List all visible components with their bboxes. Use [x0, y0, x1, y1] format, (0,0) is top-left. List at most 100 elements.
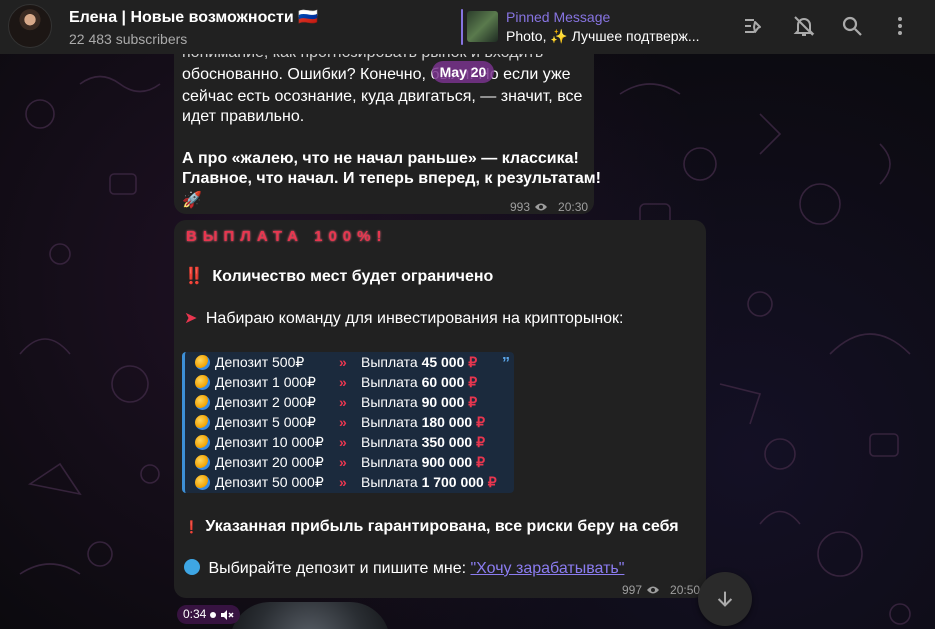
eye-icon [647, 586, 660, 594]
message-bubble[interactable]: понимание, как прогнозировать рынок и вх… [174, 40, 601, 214]
deposit-amount: Депозит 5 000₽ [215, 414, 316, 430]
ruble-sign: ₽ [468, 374, 478, 390]
channel-title: Елена | Новые возможности 🇷🇺 [69, 9, 319, 26]
coin-icon [195, 455, 210, 470]
message-time: 20:50 [670, 583, 701, 597]
pinned-message[interactable]: Pinned Message Photo, ✨ Лучшее подтверж.… [461, 9, 711, 45]
cta-line: Выбирайте депозит и пишите мне: "Хочу за… [184, 558, 624, 580]
ruble-sign: ₽ [476, 414, 485, 430]
video-duration: 0:34 [183, 607, 207, 621]
exclamation-icon: ❗ [184, 520, 199, 534]
ruble-sign: ₽ [468, 394, 478, 410]
payout-amount: Выплата 60 000 ₽ [361, 372, 477, 392]
telegram-icon [184, 559, 200, 575]
message-bubble[interactable]: ВЫПЛАТА 100%! ‼️ Количество мест будет о… [174, 220, 706, 598]
separator: » [339, 374, 347, 390]
pinned-thumbnail [467, 11, 498, 42]
limited-text: Количество мест будет ограничено [212, 268, 494, 285]
payout-value: 900 000 [421, 454, 473, 470]
live-dot-icon [210, 611, 217, 618]
payout-amount: Выплата 350 000 ₽ [361, 432, 485, 452]
payout-label: Выплата [361, 354, 418, 370]
arrow-right-icon: ➤ [184, 310, 198, 327]
search-icon[interactable] [840, 14, 864, 38]
payout-amount: Выплата 45 000 ₽ [361, 352, 477, 372]
cta-text: Выбирайте депозит и пишите мне: [208, 560, 471, 577]
coin-icon [195, 355, 210, 370]
ruble-sign: ₽ [487, 474, 497, 490]
video-duration-chip: 0:34 [177, 605, 241, 624]
eye-icon [535, 203, 548, 211]
more-vertical-icon[interactable] [888, 14, 912, 38]
view-count: 997 [622, 583, 643, 597]
video-message-thumbnail[interactable] [230, 602, 390, 629]
payout-value: 90 000 [421, 394, 465, 410]
date-separator: May 20 [432, 61, 494, 83]
deposit-amount: Депозит 500₽ [215, 354, 305, 370]
payout-value: 180 000 [421, 414, 473, 430]
double-exclamation-icon: ‼️ [184, 268, 204, 285]
quote-icon: ” [502, 355, 510, 372]
payout-quote-block: ” Депозит 500₽ » Выплата 45 000 ₽ Депози… [182, 352, 514, 493]
deposit-amount: Депозит 2 000₽ [215, 394, 316, 410]
ruble-sign: ₽ [476, 434, 485, 450]
payout-label: Выплата [361, 474, 418, 490]
separator: » [339, 434, 347, 450]
coin-icon [195, 395, 210, 410]
cta-link[interactable]: "Хочу зарабатывать" [471, 560, 625, 577]
pinned-label: Pinned Message [506, 9, 611, 25]
payout-label: Выплата [361, 394, 418, 410]
payout-value: 350 000 [421, 434, 473, 450]
payout-title: ВЫПЛАТА 100%! [186, 228, 388, 245]
payout-amount: Выплата 900 000 ₽ [361, 452, 485, 472]
deposit-amount: Депозит 10 000₽ [215, 434, 324, 450]
message-text-line: А про «жалею, что не начал раньше» — кла… [182, 150, 579, 167]
payout-label: Выплата [361, 454, 418, 470]
chat-header: Елена | Новые возможности 🇷🇺 22 483 subs… [0, 0, 935, 54]
message-text-line: идет правильно. [182, 108, 305, 125]
message-time: 20:30 [558, 200, 589, 214]
payout-amount: Выплата 180 000 ₽ [361, 412, 485, 432]
channel-avatar[interactable] [8, 4, 52, 48]
coin-icon [195, 435, 210, 450]
view-count: 993 [510, 200, 531, 214]
speaker-muted-icon[interactable] [220, 609, 234, 621]
ruble-sign: ₽ [468, 354, 478, 370]
coin-icon [195, 375, 210, 390]
deposit-amount: Депозит 1 000₽ [215, 374, 316, 390]
deposit-amount: Депозит 20 000₽ [215, 454, 324, 470]
team-line: ➤ Набираю команду для инвестирования на … [184, 308, 624, 330]
pinned-indicator-bar [461, 9, 463, 45]
separator: » [339, 414, 347, 430]
separator: » [339, 474, 347, 490]
scroll-down-button[interactable] [698, 572, 752, 626]
guarantee-text: Указанная прибыль гарантирована, все рис… [205, 518, 679, 535]
payout-label: Выплата [361, 414, 418, 430]
message-text-line: сейчас есть осознание, куда двигаться, —… [182, 88, 583, 105]
separator: » [339, 394, 347, 410]
arrow-down-icon [717, 591, 733, 607]
deposit-amount: Депозит 50 000₽ [215, 474, 324, 490]
message-text-line: обоснованно. Ошибки? Конечно, были! Но е… [182, 66, 571, 83]
payout-value: 45 000 [421, 354, 465, 370]
message-text-line: Главное, что начал. И теперь вперед, к р… [182, 170, 601, 187]
ruble-sign: ₽ [476, 454, 485, 470]
separator: » [339, 354, 347, 370]
team-text: Набираю команду для инвестирования на кр… [205, 310, 624, 327]
payout-label: Выплата [361, 374, 418, 390]
payout-amount: Выплата 90 000 ₽ [361, 392, 477, 412]
payout-value: 1 700 000 [421, 474, 484, 490]
bell-off-icon[interactable] [792, 14, 816, 38]
coin-icon [195, 475, 210, 490]
message-meta: 993 20:30 [510, 196, 588, 218]
separator: » [339, 454, 347, 470]
channel-info[interactable]: Елена | Новые возможности 🇷🇺 22 483 subs… [69, 7, 318, 47]
pin-list-icon[interactable] [740, 14, 764, 38]
message-meta: 997 20:50 [622, 579, 700, 601]
guarantee-line: ❗ Указанная прибыль гарантирована, все р… [184, 516, 679, 538]
payout-amount: Выплата 1 700 000 ₽ [361, 472, 497, 492]
pinned-text: Photo, ✨ Лучшее подтверж... [506, 28, 700, 44]
limited-line: ‼️ Количество мест будет ограничено [184, 266, 493, 288]
payout-label: Выплата [361, 434, 418, 450]
payout-value: 60 000 [421, 374, 465, 390]
